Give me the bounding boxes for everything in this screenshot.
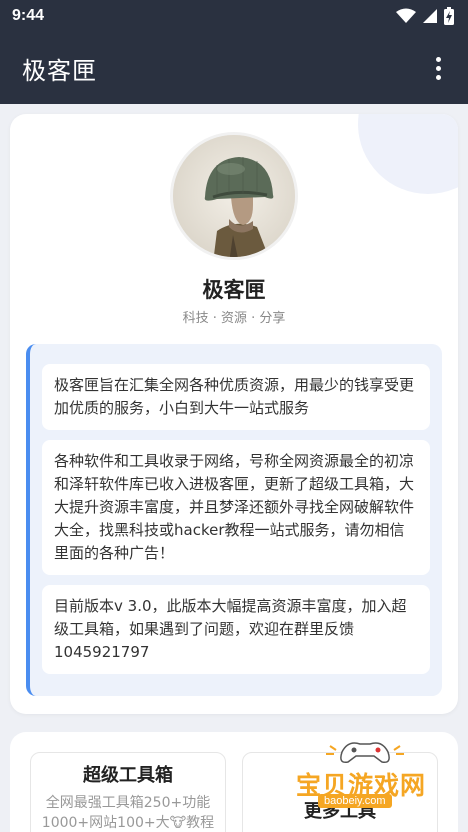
- description-sources: 各种软件和工具收录于网络，号称全网资源最全的初凉和泽轩软件库已收入进极客匣，更新…: [42, 440, 430, 575]
- status-icons: [396, 7, 454, 25]
- super-toolbox-card[interactable]: 超级工具箱 全网最强工具箱250+功能 1000+网站100+大🐮教程: [30, 752, 226, 832]
- gamepad-icon: [326, 742, 404, 764]
- profile-tagline: 科技 · 资源 · 分享: [182, 311, 286, 326]
- avatar: [170, 132, 298, 260]
- description-panel: 极客匣旨在汇集全网各种优质资源，用最少的钱享受更加优质的服务，小白到大牛一站式服…: [26, 344, 442, 696]
- super-toolbox-desc-2: 1000+网站100+大🐮教程: [41, 815, 215, 831]
- app-bar: 极客匣: [0, 32, 468, 104]
- avatar-image: [173, 135, 295, 257]
- decorative-circle: [358, 114, 458, 194]
- watermark-logo: 宝贝游戏网 baobeiy.com: [290, 742, 440, 822]
- cellular-signal-icon: [423, 9, 437, 23]
- super-toolbox-title: 超级工具箱: [83, 765, 173, 786]
- profile-card: 极客匣 科技 · 资源 · 分享 极客匣旨在汇集全网各种优质资源，用最少的钱享受…: [10, 114, 458, 714]
- description-intro: 极客匣旨在汇集全网各种优质资源，用最少的钱享受更加优质的服务，小白到大牛一站式服…: [42, 364, 430, 430]
- watermark-url: baobeiy.com: [318, 794, 392, 808]
- super-toolbox-desc-1: 全网最强工具箱250+功能: [45, 795, 211, 811]
- more-vert-icon[interactable]: [426, 53, 450, 83]
- app-title: 极客匣: [22, 56, 97, 85]
- battery-charging-icon: [444, 7, 454, 25]
- description-version: 目前版本v 3.0，此版本大幅提高资源丰富度，加入超级工具箱，如果遇到了问题，欢…: [42, 585, 430, 674]
- profile-name: 极客匣: [202, 278, 266, 302]
- status-time: 9:44: [12, 7, 45, 24]
- status-bar: 9:44: [0, 0, 468, 32]
- wifi-icon: [396, 8, 416, 23]
